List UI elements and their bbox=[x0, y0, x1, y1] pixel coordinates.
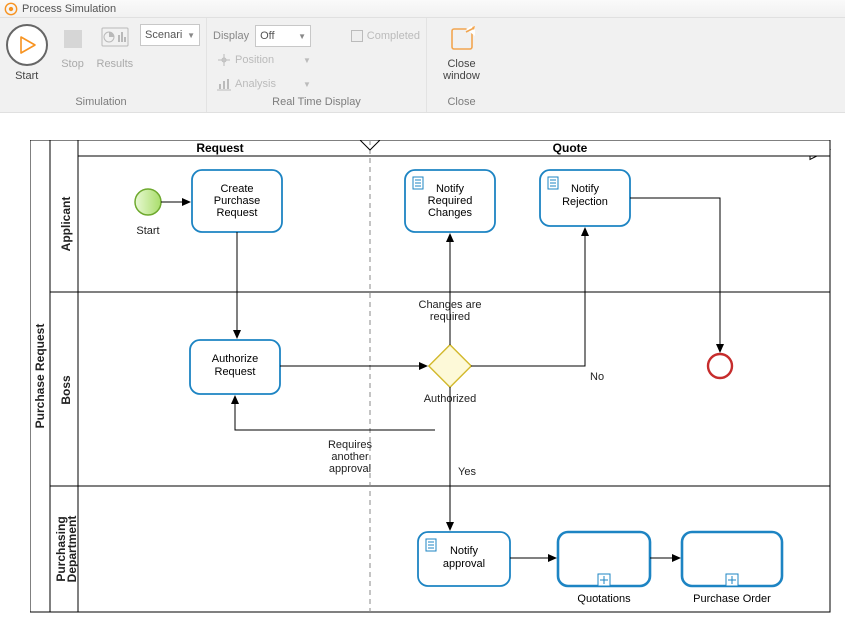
flow-no bbox=[471, 228, 585, 366]
stop-label: Stop bbox=[61, 58, 84, 70]
chevron-down-icon: ▼ bbox=[303, 56, 311, 65]
task-notify-approval[interactable]: Notify approval bbox=[418, 532, 510, 586]
window-title: Process Simulation bbox=[22, 3, 116, 15]
position-icon bbox=[213, 52, 235, 68]
group-simulation-caption: Simulation bbox=[2, 96, 200, 112]
results-icon bbox=[100, 24, 130, 54]
group-rtd-caption: Real Time Display bbox=[213, 96, 420, 112]
scenario-value: Scenari bbox=[145, 29, 182, 41]
position-dropdown[interactable]: Position ▼ bbox=[213, 48, 311, 72]
analysis-icon bbox=[213, 76, 235, 92]
stop-button[interactable]: Stop bbox=[51, 18, 93, 70]
svg-text:Create: Create bbox=[220, 183, 253, 195]
group-close-caption: Close bbox=[433, 96, 490, 112]
position-label: Position bbox=[235, 54, 295, 66]
title-bar: Process Simulation bbox=[0, 0, 845, 18]
analysis-dropdown[interactable]: Analysis ▼ bbox=[213, 72, 311, 96]
flow-rejection-to-end bbox=[630, 198, 720, 352]
chevron-down-icon: ▼ bbox=[298, 32, 306, 41]
group-simulation: Start Stop Results Scenari ▼ S bbox=[2, 18, 206, 112]
subprocess-purchase-order[interactable] bbox=[682, 532, 782, 586]
pool-label: Purchase Request bbox=[33, 324, 47, 429]
svg-text:Authorize: Authorize bbox=[212, 353, 258, 365]
chevron-down-icon: ▼ bbox=[303, 80, 311, 89]
start-event[interactable] bbox=[135, 189, 161, 215]
flow-changes-label-2: required bbox=[430, 311, 470, 323]
display-label: Display bbox=[213, 30, 249, 42]
start-event-label: Start bbox=[136, 225, 159, 237]
subprocess-quotations[interactable] bbox=[558, 532, 650, 586]
chevron-down-icon: ▼ bbox=[187, 31, 195, 40]
app-icon bbox=[4, 2, 18, 16]
phase-request: Request bbox=[196, 141, 243, 155]
scenario-dropdown[interactable]: Scenari ▼ bbox=[140, 24, 200, 46]
task-notify-required-changes[interactable]: Notify Required Changes bbox=[405, 170, 495, 232]
svg-text:Rejection: Rejection bbox=[562, 196, 608, 208]
task-authorize-request[interactable]: Authorize Request bbox=[190, 340, 280, 394]
subprocess-po-label: Purchase Order bbox=[693, 593, 771, 605]
svg-text:Request: Request bbox=[215, 366, 256, 378]
completed-checkbox[interactable] bbox=[351, 30, 363, 42]
requires-label-1: Requires bbox=[328, 439, 373, 451]
task-notify-rejection[interactable]: Notify Rejection bbox=[540, 170, 630, 226]
svg-text:Changes: Changes bbox=[428, 207, 473, 219]
start-label: Start bbox=[15, 70, 38, 82]
subprocess-quotations-label: Quotations bbox=[577, 593, 631, 605]
flow-yes-label: Yes bbox=[458, 466, 476, 478]
flow-requires-loop bbox=[235, 396, 435, 430]
results-label: Results bbox=[97, 58, 134, 70]
completed-checkbox-row: Completed bbox=[351, 24, 420, 48]
bpmn-diagram: Purchase Request Applicant Boss Purchasi… bbox=[30, 140, 840, 620]
svg-text:Purchase: Purchase bbox=[214, 195, 260, 207]
lane-purchasing-2: Department bbox=[65, 516, 79, 583]
close-window-button[interactable]: Close window bbox=[433, 18, 490, 82]
close-label-2: window bbox=[443, 70, 480, 82]
lane-applicant: Applicant bbox=[59, 197, 73, 252]
stop-icon bbox=[58, 24, 88, 54]
display-value: Off bbox=[260, 30, 274, 42]
gateway-authorized[interactable] bbox=[429, 345, 471, 387]
group-rtd: Display Off ▼ Completed Position ▼ bbox=[206, 18, 426, 112]
results-button[interactable]: Results bbox=[94, 18, 136, 70]
task-create-purchase-request[interactable]: Create Purchase Request bbox=[192, 170, 282, 232]
svg-text:Request: Request bbox=[217, 207, 258, 219]
flow-changes-label-1: Changes are bbox=[419, 299, 482, 311]
analysis-label: Analysis bbox=[235, 78, 295, 90]
close-label-1: Close bbox=[447, 58, 475, 70]
flow-no-label: No bbox=[590, 371, 604, 383]
svg-text:Required: Required bbox=[428, 195, 473, 207]
completed-label: Completed bbox=[367, 30, 420, 42]
requires-label-2: another bbox=[331, 451, 369, 463]
requires-label-3: approval bbox=[329, 463, 371, 475]
svg-text:approval: approval bbox=[443, 558, 485, 570]
group-close: Close window Close bbox=[426, 18, 496, 112]
start-icon-circle bbox=[6, 24, 48, 66]
play-icon bbox=[17, 35, 37, 55]
ribbon: Start Stop Results Scenari ▼ S bbox=[0, 18, 845, 113]
lane-boss: Boss bbox=[59, 375, 73, 405]
display-dropdown[interactable]: Off ▼ bbox=[255, 25, 311, 47]
svg-text:Notify: Notify bbox=[436, 183, 465, 195]
start-button[interactable]: Start bbox=[2, 18, 51, 82]
end-event[interactable] bbox=[708, 354, 732, 378]
phase-quote: Quote bbox=[553, 141, 588, 155]
svg-text:Notify: Notify bbox=[450, 545, 479, 557]
close-icon bbox=[447, 24, 477, 54]
svg-text:Notify: Notify bbox=[571, 183, 600, 195]
